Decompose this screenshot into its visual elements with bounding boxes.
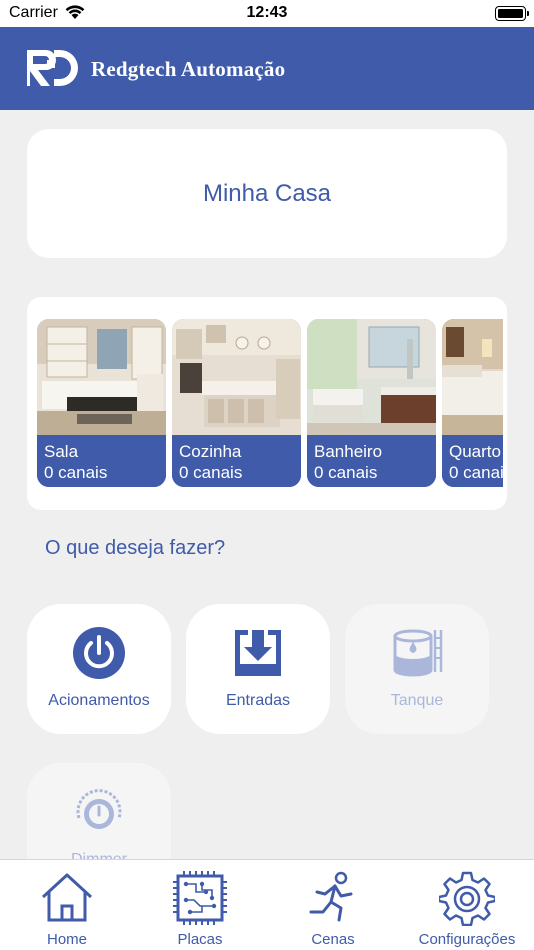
room-label: Cozinha 0 canais xyxy=(172,435,301,487)
app-header: Redgtech Automação xyxy=(0,27,534,110)
tab-label: Cenas xyxy=(311,931,355,948)
rd-logo-icon xyxy=(27,50,78,86)
room-card-banheiro[interactable]: Banheiro 0 canais xyxy=(307,319,436,487)
action-label: Entradas xyxy=(225,692,291,709)
room-label: Banheiro 0 canais xyxy=(307,435,436,487)
tab-label: Placas xyxy=(177,931,223,948)
room-photo xyxy=(307,319,436,435)
rooms-card: Sala 0 canais Cozinha 0 canais Banheiro … xyxy=(27,297,507,510)
rooms-carousel[interactable]: Sala 0 canais Cozinha 0 canais Banheiro … xyxy=(37,319,503,487)
room-name: Sala xyxy=(44,442,79,461)
action-label: Tanque xyxy=(390,692,444,709)
action-label: Acionamentos xyxy=(48,692,150,709)
section-question: O que deseja fazer? xyxy=(45,537,226,559)
action-acionamentos-button[interactable]: Acionamentos xyxy=(27,604,171,734)
room-channels: 0 canais xyxy=(449,463,503,482)
room-channels: 0 canais xyxy=(179,463,243,482)
room-photo xyxy=(442,319,503,435)
room-name: Cozinha xyxy=(179,442,242,461)
tab-label: Home xyxy=(46,931,87,948)
room-card-quarto[interactable]: Quarto 0 canais xyxy=(442,319,503,487)
room-name: Quarto xyxy=(449,442,501,461)
tab-bar: Home Placas Cenas Configurações xyxy=(0,859,534,950)
dimmer-knob-icon xyxy=(76,789,122,829)
gear-icon xyxy=(439,871,495,926)
running-person-icon xyxy=(309,871,353,922)
action-tanque-button[interactable]: Tanque xyxy=(345,604,489,734)
battery-icon xyxy=(495,6,529,21)
brand-name: Redgtech Automação xyxy=(91,57,286,81)
room-label: Quarto 0 canais xyxy=(442,435,503,487)
home-title: Minha Casa xyxy=(202,179,332,207)
room-card-sala[interactable]: Sala 0 canais xyxy=(37,319,166,487)
clock: 12:43 xyxy=(246,4,288,21)
room-photo xyxy=(172,319,301,435)
room-photo xyxy=(37,319,166,435)
room-channels: 0 canais xyxy=(44,463,108,482)
power-icon xyxy=(73,627,125,679)
house-icon xyxy=(41,873,93,922)
tab-placas[interactable]: Placas xyxy=(133,860,267,950)
status-bar: Carrier 12:43 xyxy=(0,0,534,27)
room-channels: 0 canais xyxy=(314,463,378,482)
room-label: Sala 0 canais xyxy=(37,435,166,487)
circuit-board-icon xyxy=(173,871,227,925)
tab-configuracoes[interactable]: Configurações xyxy=(400,860,534,950)
water-tank-icon xyxy=(393,629,443,677)
inbox-download-icon xyxy=(235,630,281,676)
tab-home[interactable]: Home xyxy=(0,860,134,950)
action-entradas-button[interactable]: Entradas xyxy=(186,604,330,734)
tab-label: Configurações xyxy=(418,931,516,948)
tab-cenas[interactable]: Cenas xyxy=(266,860,400,950)
home-card[interactable]: Minha Casa xyxy=(27,129,507,258)
room-card-cozinha[interactable]: Cozinha 0 canais xyxy=(172,319,301,487)
room-name: Banheiro xyxy=(314,442,383,461)
